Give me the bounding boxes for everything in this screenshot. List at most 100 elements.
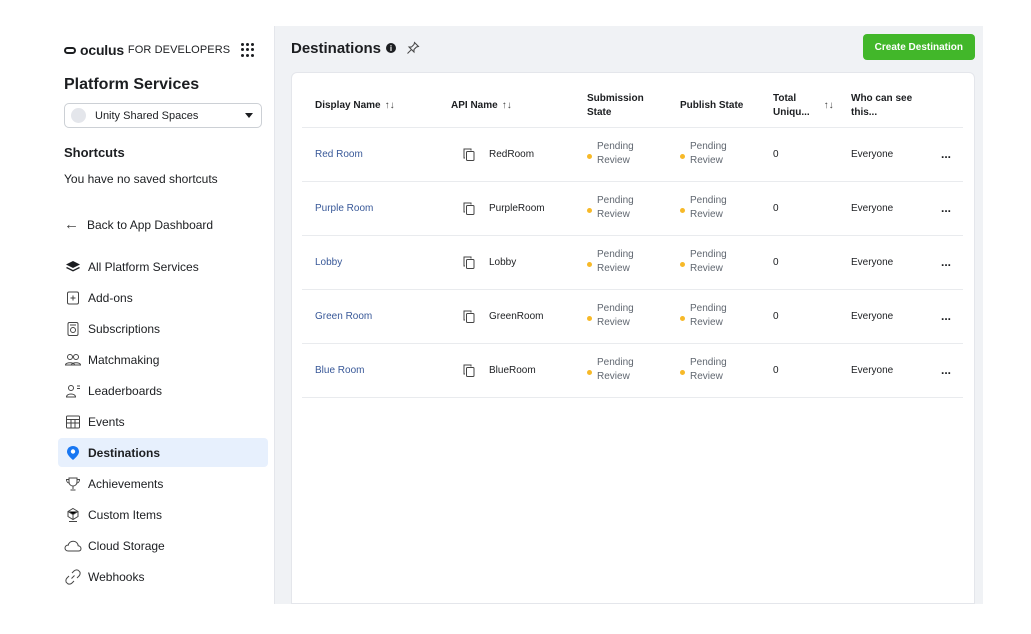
submission-state-line2: Review (597, 317, 630, 328)
table-row[interactable]: Lobby Lobby Pending Review Pending Review … (302, 235, 963, 290)
submission-state-line2: Review (597, 209, 630, 220)
status-dot (587, 207, 592, 213)
status-dot (587, 261, 592, 267)
table-row[interactable]: Blue Room BlueRoom Pending Review Pending… (302, 343, 963, 398)
info-icon[interactable]: i (386, 43, 397, 53)
status-dot (587, 153, 592, 159)
more-options-icon[interactable]: ... (941, 201, 951, 215)
publish-state-line1: Pending (690, 357, 727, 368)
sidebar-item-achievements[interactable]: Achievements (58, 469, 268, 498)
sidebar-item-events[interactable]: Events (58, 407, 268, 436)
total-cell: 0 (760, 235, 838, 290)
sidebar-item-destinations[interactable]: Destinations (58, 438, 268, 467)
col-display-name[interactable]: Display Name ↑↓ (302, 85, 438, 128)
app-avatar (71, 108, 86, 123)
app-selector[interactable]: Unity Shared Spaces (64, 103, 262, 128)
sidebar-item-label: Leaderboards (88, 383, 163, 398)
table-row[interactable]: Red Room RedRoom Pending Review Pending Re… (302, 127, 963, 182)
total-cell: 0 (760, 289, 838, 344)
more-options-icon[interactable]: ... (941, 309, 951, 323)
sidebar-item-webhooks[interactable]: Webhooks (58, 562, 268, 591)
calendar-icon (64, 413, 82, 431)
app-selector-value: Unity Shared Spaces (95, 109, 199, 122)
sidebar-item-label: Matchmaking (88, 352, 160, 367)
layers-icon (64, 258, 82, 276)
create-destination-button[interactable]: Create Destination (862, 34, 975, 60)
publish-state-line2: Review (690, 155, 723, 166)
col-api-name[interactable]: API Name ↑↓ (438, 85, 574, 128)
submission-state-line1: Pending (597, 357, 634, 368)
actions-cell: ... (928, 181, 963, 236)
publish-state-line1: Pending (690, 141, 727, 152)
publish-state-cell: Pending Review (667, 235, 760, 290)
destination-link[interactable]: Green Room (315, 311, 372, 322)
display-name-cell: Red Room (302, 127, 438, 182)
people-icon (64, 351, 82, 369)
location-pin-icon (64, 444, 82, 462)
brand-logo[interactable]: oculus FOR DEVELOPERS (64, 40, 266, 60)
status-dot (680, 261, 685, 267)
who-can-see-cell: Everyone (838, 343, 928, 398)
destination-link[interactable]: Red Room (315, 149, 363, 160)
destinations-card: Display Name ↑↓ API Name ↑↓ Submission Stat… (291, 72, 975, 604)
more-options-icon[interactable]: ... (941, 255, 951, 269)
status-dot (680, 369, 685, 375)
publish-state-line1: Pending (690, 249, 727, 260)
copy-icon[interactable] (463, 202, 475, 215)
sidebar-item-all-platform-services[interactable]: All Platform Services (58, 252, 268, 281)
sidebar-item-matchmaking[interactable]: Matchmaking (58, 345, 268, 374)
sidebar-nav: All Platform Services Add-ons Subscripti… (58, 252, 268, 591)
copy-icon[interactable] (463, 310, 475, 323)
sidebar-item-label: Webhooks (88, 569, 145, 584)
publish-state-cell: Pending Review (667, 343, 760, 398)
shortcuts-heading: Shortcuts (64, 145, 125, 160)
destination-link[interactable]: Lobby (315, 257, 342, 268)
col-total[interactable]: Total Uniqu... ↑↓ (760, 85, 838, 128)
back-to-dashboard-link[interactable]: ← Back to App Dashboard (64, 216, 266, 233)
app-shell: oculus FOR DEVELOPERS Platform Services … (50, 26, 983, 604)
app-grid-icon[interactable] (241, 43, 255, 57)
sidebar-item-add-ons[interactable]: Add-ons (58, 283, 268, 312)
sidebar-item-leaderboards[interactable]: Leaderboards (58, 376, 268, 405)
cloud-icon (64, 537, 82, 555)
api-name-cell: BlueRoom (438, 343, 574, 398)
pin-icon[interactable] (406, 41, 420, 55)
destination-link[interactable]: Blue Room (315, 365, 364, 376)
col-publish-state: Publish State (667, 85, 760, 128)
trophy-icon (64, 475, 82, 493)
table-row[interactable]: Purple Room PurpleRoom Pending Review Pen… (302, 181, 963, 236)
who-can-see-cell: Everyone (838, 181, 928, 236)
publish-state-cell: Pending Review (667, 127, 760, 182)
submission-state-cell: Pending Review (574, 343, 667, 398)
more-options-icon[interactable]: ... (941, 147, 951, 161)
sort-icon[interactable]: ↑↓ (824, 99, 834, 113)
api-name-value: PurpleRoom (489, 202, 545, 214)
sidebar-item-label: Events (88, 414, 125, 429)
destination-link[interactable]: Purple Room (315, 203, 373, 214)
sidebar: oculus FOR DEVELOPERS Platform Services … (50, 26, 275, 604)
arrow-left-icon: ← (64, 216, 79, 233)
back-link-label: Back to App Dashboard (87, 217, 214, 232)
copy-icon[interactable] (463, 256, 475, 269)
submission-state-line1: Pending (597, 195, 634, 206)
sidebar-item-subscriptions[interactable]: Subscriptions (58, 314, 268, 343)
sidebar-item-custom-items[interactable]: Custom Items (58, 500, 268, 529)
submission-state-line1: Pending (597, 141, 634, 152)
who-can-see-cell: Everyone (838, 127, 928, 182)
publish-state-line2: Review (690, 371, 723, 382)
sidebar-item-label: Cloud Storage (88, 538, 165, 553)
table-row[interactable]: Green Room GreenRoom Pending Review Pendi… (302, 289, 963, 344)
sidebar-item-cloud-storage[interactable]: Cloud Storage (58, 531, 268, 560)
more-options-icon[interactable]: ... (941, 363, 951, 377)
submission-state-cell: Pending Review (574, 127, 667, 182)
leaderboard-icon (64, 382, 82, 400)
sort-icon[interactable]: ↑↓ (502, 100, 512, 111)
total-cell: 0 (760, 127, 838, 182)
copy-icon[interactable] (463, 364, 475, 377)
sort-icon[interactable]: ↑↓ (385, 100, 395, 111)
main-content: Destinations i Create Destination Displa… (275, 26, 983, 604)
col-submission-state: Submission State (574, 85, 667, 128)
copy-icon[interactable] (463, 148, 475, 161)
submission-state-cell: Pending Review (574, 181, 667, 236)
actions-cell: ... (928, 127, 963, 182)
